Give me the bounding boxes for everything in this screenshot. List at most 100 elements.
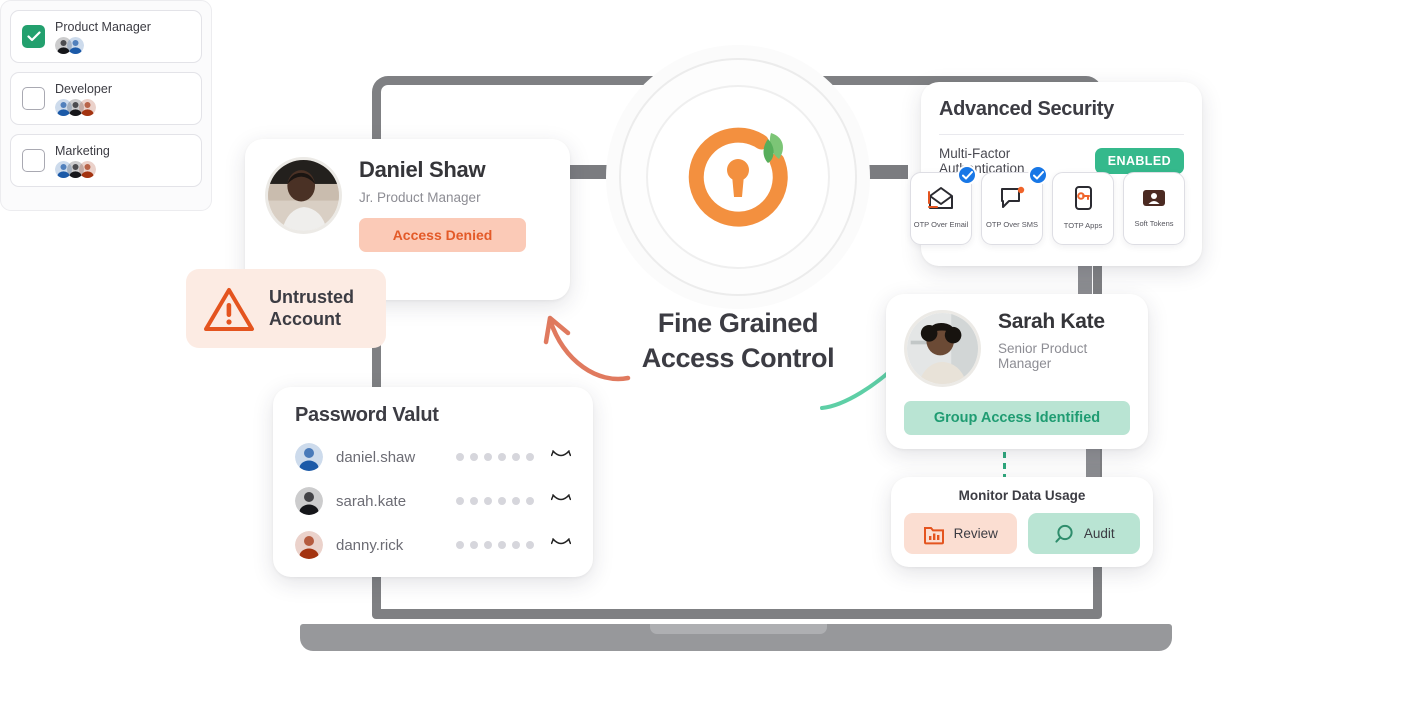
vault-avatar (295, 531, 323, 559)
role-checkbox[interactable] (22, 87, 45, 110)
access-denied-badge[interactable]: Access Denied (359, 218, 526, 252)
role-member-avatar (79, 98, 96, 116)
mfa-method-strip: OTP Over Email OTP Over SMS TOTP Apps Soft … (910, 165, 1185, 245)
mfa-method-otp-over-sms[interactable]: OTP Over SMS (981, 165, 1048, 245)
brand-logo-inner (646, 85, 830, 269)
password-dot (512, 541, 520, 549)
role-text-block: Developer (55, 82, 112, 116)
vault-username: daniel.shaw (336, 448, 416, 466)
mfa-method-totp-apps[interactable]: TOTP Apps (1052, 172, 1114, 245)
daniel-role: Jr. Product Manager (359, 190, 481, 205)
password-dot (484, 541, 492, 549)
brand-logo (619, 58, 857, 296)
mfa-method-soft-tokens[interactable]: Soft Tokens (1123, 172, 1185, 245)
mfa-method-otp-over-email[interactable]: OTP Over Email (910, 165, 977, 245)
password-dot (498, 453, 506, 461)
role-checkbox[interactable] (22, 25, 45, 48)
group-access-badge[interactable]: Group Access Identified (904, 401, 1130, 435)
monitor-buttons: Review Audit (904, 513, 1140, 554)
laptop-trackpad-notch (650, 624, 827, 634)
password-dot (470, 453, 478, 461)
mfa-method-label: TOTP Apps (1063, 221, 1103, 231)
untrusted-line2: Account (269, 308, 341, 329)
password-dot (484, 453, 492, 461)
password-dot (526, 497, 534, 505)
eye-closed-icon[interactable] (550, 492, 572, 510)
password-vault-card: Password Valut daniel.shaw sarah.kate dann… (273, 387, 593, 577)
daniel-person-row: Daniel Shaw Jr. Product Manager Access D… (265, 157, 550, 252)
padlock-keyhole-leaf-icon (688, 127, 788, 227)
mfa-method-label: Soft Tokens (1134, 219, 1174, 229)
role-text-block: Product Manager (55, 20, 151, 54)
check-icon (26, 31, 41, 42)
vault-username: sarah.kate (336, 492, 407, 510)
vault-password-dots (456, 541, 540, 549)
password-dot (526, 541, 534, 549)
password-dot (512, 497, 520, 505)
chat-bubble-dot-icon (999, 186, 1025, 215)
illustration-stage: Fine Grained Access Control Daniel Shaw … (0, 0, 1416, 708)
role-member-avatar (67, 36, 84, 54)
vault-row-list: daniel.shaw sarah.kate danny.rick (295, 443, 572, 559)
sarah-person-row: Sarah Kate Senior Product Manager (904, 310, 1130, 387)
untrusted-line1: Untrusted (269, 286, 354, 307)
vault-username: danny.rick (336, 536, 404, 554)
password-dot (470, 497, 478, 505)
role-label: Marketing (55, 143, 110, 158)
security-title: Advanced Security (939, 98, 1114, 120)
role-label: Developer (55, 81, 112, 96)
role-item-product-manager[interactable]: Product Manager (10, 10, 202, 63)
role-item-marketing[interactable]: Marketing (10, 134, 202, 187)
audit-button[interactable]: Audit (1027, 513, 1140, 554)
password-dot (498, 541, 506, 549)
avatar-photo-daniel (265, 157, 342, 234)
vault-row[interactable]: danny.rick (295, 531, 572, 559)
sarah-role: Senior Product Manager (998, 341, 1088, 371)
phone-key-icon (1071, 185, 1095, 216)
role-item-developer[interactable]: Developer (10, 72, 202, 125)
avatar-photo-sarah (904, 310, 981, 387)
bar-chart-folder-icon (923, 526, 944, 544)
role-member-avatars (55, 160, 110, 178)
sarah-name: Sarah Kate (998, 310, 1105, 333)
envelope-open-icon (928, 186, 954, 215)
review-button[interactable]: Review (904, 513, 1017, 554)
magnifier-icon (1055, 524, 1073, 543)
vault-row[interactable]: sarah.kate (295, 487, 572, 515)
review-label: Review (953, 526, 998, 541)
eye-closed-icon[interactable] (550, 448, 572, 466)
untrusted-account-badge: Untrusted Account (186, 269, 386, 348)
password-dot (456, 453, 464, 461)
password-dot (498, 497, 506, 505)
vault-password-dots (456, 453, 540, 461)
sarah-person-info: Sarah Kate Senior Product Manager (998, 310, 1130, 371)
mfa-method-label: OTP Over SMS (986, 220, 1038, 230)
role-member-avatar (79, 160, 96, 178)
security-divider (939, 134, 1184, 135)
role-member-avatars (55, 36, 151, 54)
daniel-name: Daniel Shaw (359, 157, 486, 182)
mfa-enabled-badge[interactable]: ENABLED (1094, 148, 1184, 174)
password-dot (512, 453, 520, 461)
user-card-sarah[interactable]: Sarah Kate Senior Product Manager Group … (886, 294, 1148, 449)
role-member-avatars (55, 98, 112, 116)
monitor-title: Monitor Data Usage (958, 488, 1086, 503)
password-dot (470, 541, 478, 549)
password-dot (526, 453, 534, 461)
eye-closed-icon[interactable] (550, 536, 572, 554)
mfa-selected-check-icon (957, 165, 977, 185)
warning-triangle-icon (204, 287, 254, 331)
mfa-selected-check-icon (1028, 165, 1048, 185)
vault-avatar (295, 487, 323, 515)
audit-label: Audit (1083, 526, 1115, 541)
token-badge-icon (1141, 187, 1167, 214)
role-checkbox[interactable] (22, 149, 45, 172)
vault-row[interactable]: daniel.shaw (295, 443, 572, 471)
vault-avatar (295, 443, 323, 471)
role-text-block: Marketing (55, 144, 110, 178)
password-dot (456, 541, 464, 549)
password-dot (456, 497, 464, 505)
vault-title: Password Valut (295, 404, 439, 426)
mfa-method-label: OTP Over Email (913, 220, 969, 230)
untrusted-text: Untrusted Account (269, 287, 354, 330)
